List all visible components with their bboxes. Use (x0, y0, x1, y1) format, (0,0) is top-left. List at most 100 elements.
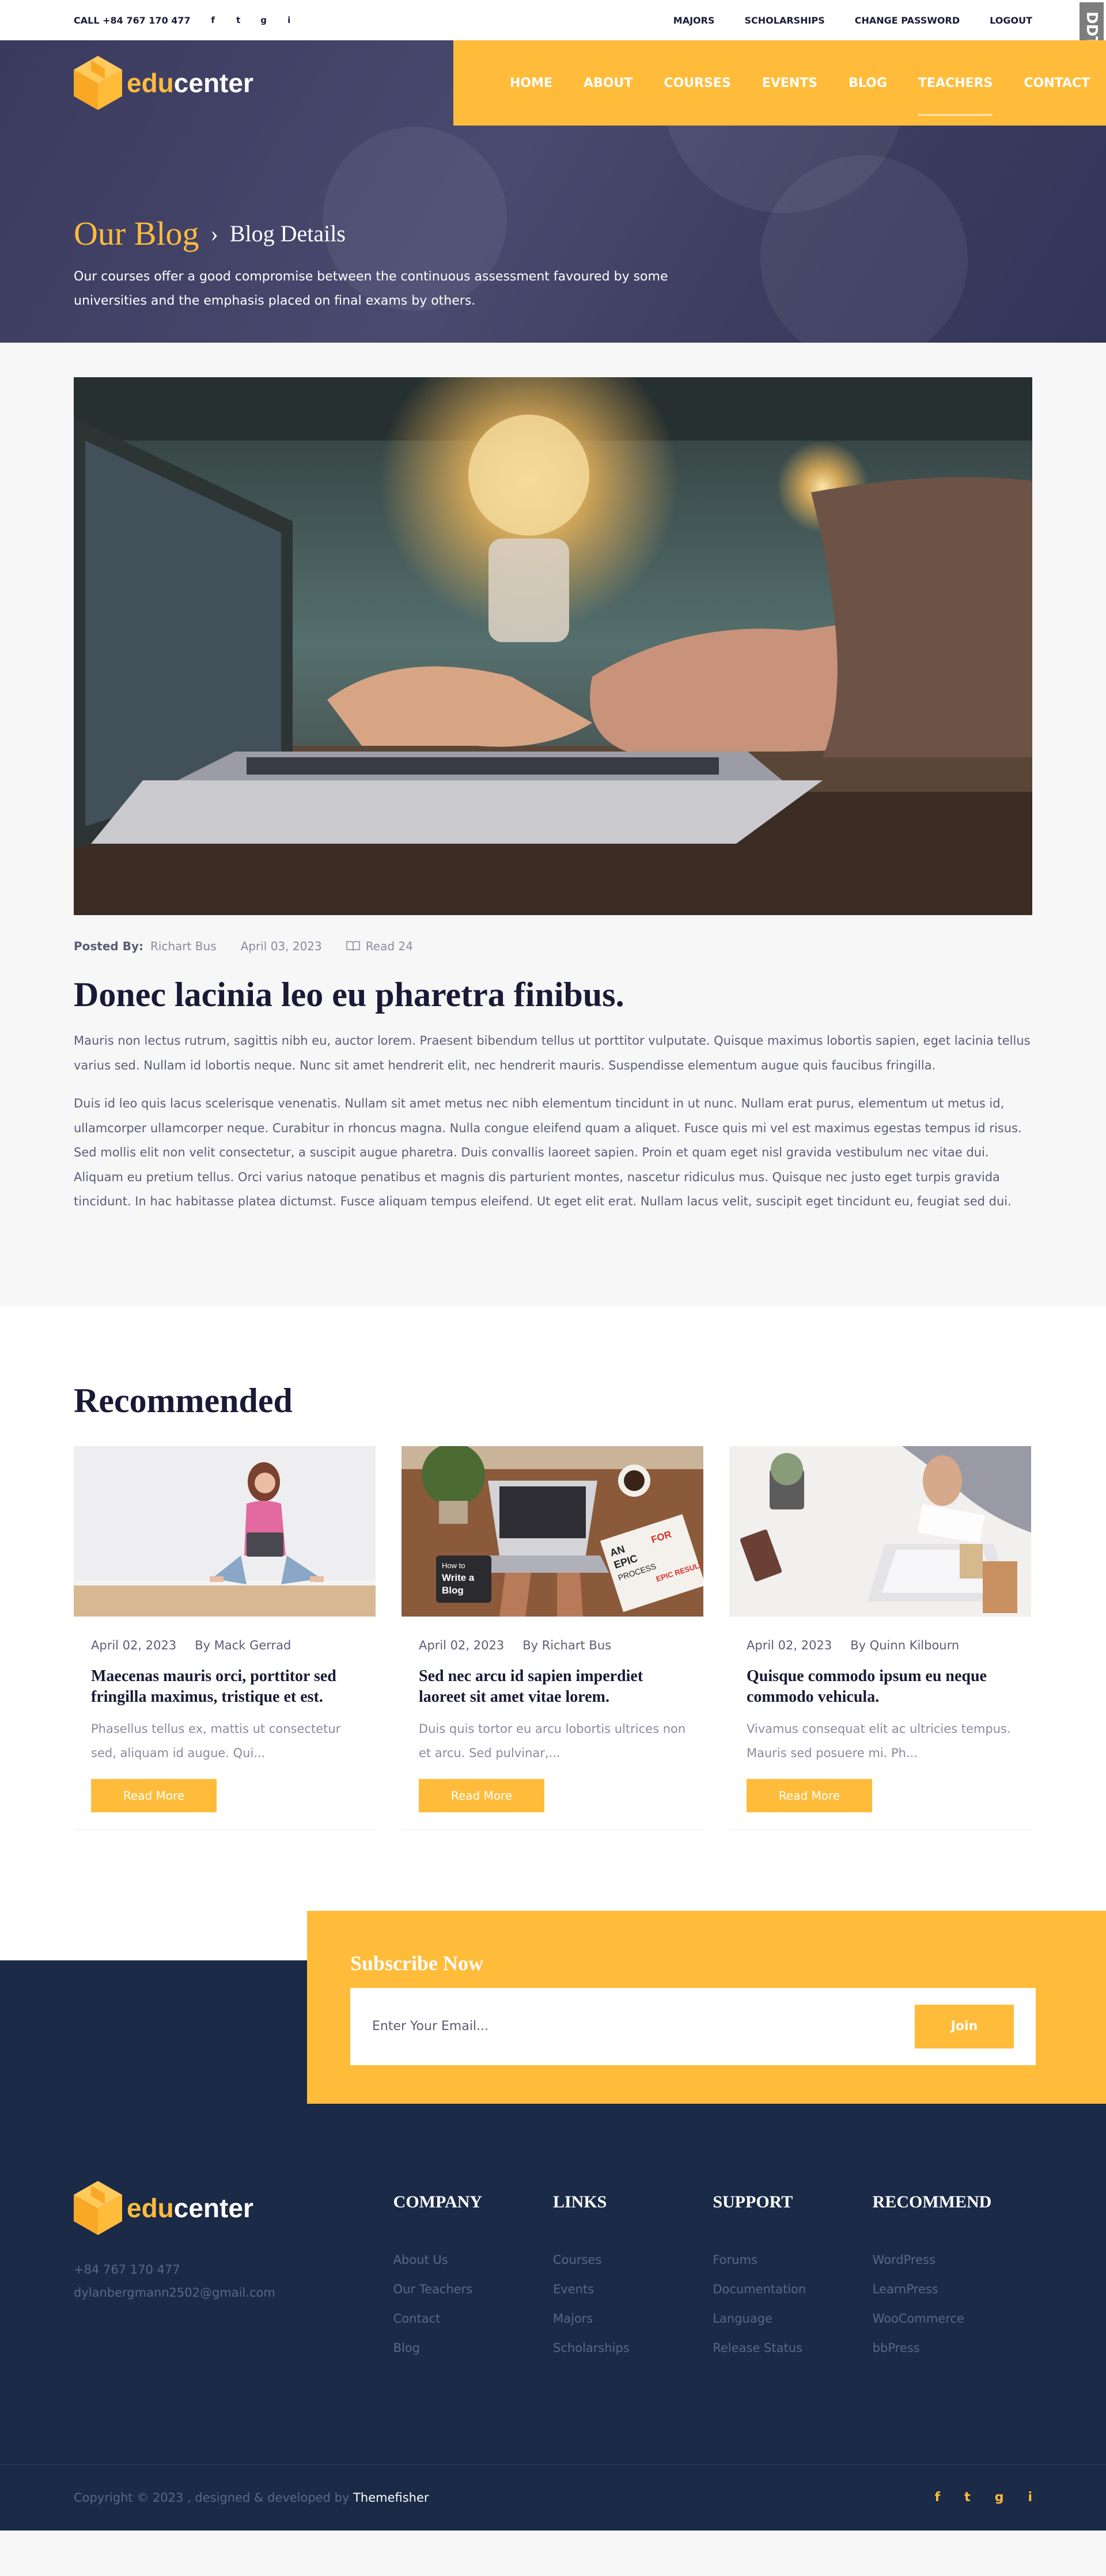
footer-link[interactable]: WordPress (873, 2245, 1032, 2275)
instagram-icon[interactable]: i (284, 15, 294, 25)
article-reads: Read 24 (365, 939, 413, 953)
nav-home[interactable]: HOME (510, 76, 552, 90)
card-title[interactable]: Quisque commodo ipsum eu neque commodo v… (747, 1666, 1014, 1708)
girl-laptop-photo (74, 1446, 376, 1617)
credit-link[interactable]: Themefisher (353, 2491, 429, 2505)
footer-link[interactable]: Release Status (713, 2334, 872, 2363)
footer-link[interactable]: Our Teachers (393, 2275, 553, 2304)
article-author[interactable]: Richart Bus (150, 939, 217, 953)
article-paragraph-1: Mauris non lectus rutrum, sagittis nibh … (74, 1034, 1031, 1072)
footer-link[interactable]: Forums (713, 2245, 872, 2275)
card-image[interactable]: How to Write a Blog AN EPIC PROCESS FOR … (402, 1446, 703, 1617)
page: CALL +84 767 170 477 f t g i MAJORS SCHO… (0, 0, 1106, 2576)
footer-logo[interactable]: educenter (74, 2180, 393, 2235)
footer-col-recommend: RECOMMEND WordPress LearnPress WooCommer… (873, 2181, 1032, 2363)
card-excerpt: Duis quis tortor eu arcu lobortis ultric… (419, 1721, 686, 1760)
footer-link[interactable]: Scholarships (553, 2334, 713, 2363)
article-image (74, 377, 1032, 915)
recommended-card: April 02, 2023 By Mack Gerrad Maecenas ma… (74, 1446, 376, 1830)
top-bar: CALL +84 767 170 477 f t g i MAJORS SCHO… (0, 0, 1106, 58)
book-text-how: How to (442, 1561, 465, 1570)
footer-link[interactable]: LearnPress (873, 2275, 1032, 2304)
github-icon[interactable]: g (995, 2490, 1004, 2505)
write-blog-photo: How to Write a Blog AN EPIC PROCESS FOR … (402, 1446, 703, 1617)
card-title[interactable]: Sed nec arcu id sapien imperdiet laoreet… (419, 1666, 686, 1708)
footer-phone[interactable]: +84 767 170 477 (74, 2258, 393, 2281)
main-menu: HOME ABOUT COURSES EVENTS BLOG TEACHERS … (453, 40, 1106, 126)
recommended-cards: April 02, 2023 By Mack Gerrad Maecenas ma… (74, 1446, 1032, 1830)
article-meta: Posted By: Richart Bus April 03, 2023 Rea… (74, 939, 1032, 953)
join-button[interactable]: Join (915, 2004, 1014, 2048)
footer-link[interactable]: bbPress (873, 2334, 1032, 2363)
logo-center: center (173, 68, 253, 98)
twitter-icon[interactable]: t (964, 2490, 971, 2505)
github-icon[interactable]: g (259, 15, 269, 25)
navbar: educenter HOME ABOUT COURSES EVENTS BLOG… (0, 40, 1106, 126)
footer-link[interactable]: Contact (393, 2304, 553, 2334)
breadcrumb-current: Blog Details (229, 221, 346, 246)
blog-article: Posted By: Richart Bus April 03, 2023 Rea… (0, 343, 1106, 1306)
card-date: April 02, 2023 (91, 1638, 177, 1652)
recommended-card: April 02, 2023 By Quinn Kilbourn Quisque … (729, 1446, 1031, 1830)
chevron-right-icon: › (210, 221, 218, 246)
footer-col-support: SUPPORT Forums Documentation Language Re… (713, 2181, 872, 2363)
card-excerpt: Vivamus consequat elit ac ultricies temp… (747, 1721, 1011, 1760)
card-date: April 02, 2023 (419, 1638, 505, 1652)
logo[interactable]: educenter (74, 56, 253, 110)
footer-col-company: COMPANY About Us Our Teachers Contact Bl… (393, 2181, 553, 2363)
topbar-link-logout[interactable]: LOGOUT (990, 15, 1032, 26)
article-title: Donec lacinia leo eu pharetra finibus. (74, 976, 624, 1014)
facebook-icon[interactable]: f (208, 15, 218, 25)
footer-columns: educenter +84 767 170 477 dylanbergmann2… (74, 2180, 1032, 2363)
read-more-button[interactable]: Read More (91, 1778, 217, 1812)
article-paragraph-2: Duis id leo quis lacus scelerisque venen… (74, 1097, 1022, 1208)
footer-link[interactable]: Blog (393, 2334, 553, 2363)
card-author: By Mack Gerrad (195, 1638, 291, 1652)
footer-link[interactable]: Courses (553, 2245, 713, 2275)
nav-blog[interactable]: BLOG (849, 76, 887, 90)
nav-contact[interactable]: CONTACT (1024, 76, 1090, 90)
card-title[interactable]: Maecenas mauris orci, porttitor sed frin… (91, 1666, 358, 1708)
instagram-icon[interactable]: i (1028, 2490, 1032, 2505)
card-image[interactable] (74, 1446, 376, 1617)
footer-col-title: SUPPORT (713, 2192, 793, 2211)
book-text-write: Write a (442, 1572, 475, 1583)
topbar-link-majors[interactable]: MAJORS (673, 15, 715, 26)
card-excerpt: Phasellus tellus ex, mattis ut consectet… (91, 1721, 341, 1760)
nav-events[interactable]: EVENTS (762, 76, 817, 90)
subscribe-form: Enter Your Email... Join (350, 1987, 1036, 2065)
logo-cube-icon (74, 2180, 122, 2235)
twitter-icon[interactable]: t (233, 15, 244, 25)
hero-banner: educenter HOME ABOUT COURSES EVENTS BLOG… (0, 40, 1106, 343)
topbar-link-scholarships[interactable]: SCHOLARSHIPS (744, 15, 824, 26)
read-more-button[interactable]: Read More (747, 1778, 872, 1812)
subscribe-box: Subscribe Now Enter Your Email... Join (307, 1910, 1106, 2104)
logo-center: center (173, 2192, 253, 2223)
footer-link[interactable]: Documentation (713, 2275, 872, 2304)
nav-courses[interactable]: COURSES (664, 76, 730, 90)
footer-link[interactable]: Events (553, 2275, 713, 2304)
footer-link[interactable]: WooCommerce (873, 2304, 1032, 2334)
breadcrumb-blog[interactable]: Our Blog (74, 214, 199, 253)
top-social: f t g i (208, 15, 294, 25)
topbar-link-change-password[interactable]: CHANGE PASSWORD (855, 15, 960, 26)
call-text: CALL +84 767 170 477 (74, 14, 191, 26)
laptop-photo (74, 377, 1032, 915)
footer-link[interactable]: Majors (553, 2304, 713, 2334)
nav-teachers[interactable]: TEACHERS (918, 76, 993, 116)
card-author: By Quinn Kilbourn (850, 1638, 960, 1652)
footer-email[interactable]: dylanbergmann2502@gmail.com (74, 2281, 393, 2304)
card-date: April 02, 2023 (747, 1638, 832, 1652)
card-image[interactable] (729, 1446, 1031, 1617)
email-input[interactable]: Enter Your Email... (372, 2019, 488, 2034)
desk-writing-photo (729, 1446, 1031, 1617)
facebook-icon[interactable]: f (935, 2490, 941, 2505)
footer-link[interactable]: Language (713, 2304, 872, 2334)
recommended-section: Recommended April 02, 2023 By Mack Gerra… (0, 1306, 1106, 1911)
logo-cube-icon (74, 56, 122, 110)
book-text-blog: Blog (442, 1585, 464, 1596)
footer-brand: educenter +84 767 170 477 dylanbergmann2… (74, 2180, 393, 2363)
nav-about[interactable]: ABOUT (584, 76, 632, 90)
footer-link[interactable]: About Us (393, 2245, 553, 2275)
read-more-button[interactable]: Read More (419, 1778, 544, 1812)
